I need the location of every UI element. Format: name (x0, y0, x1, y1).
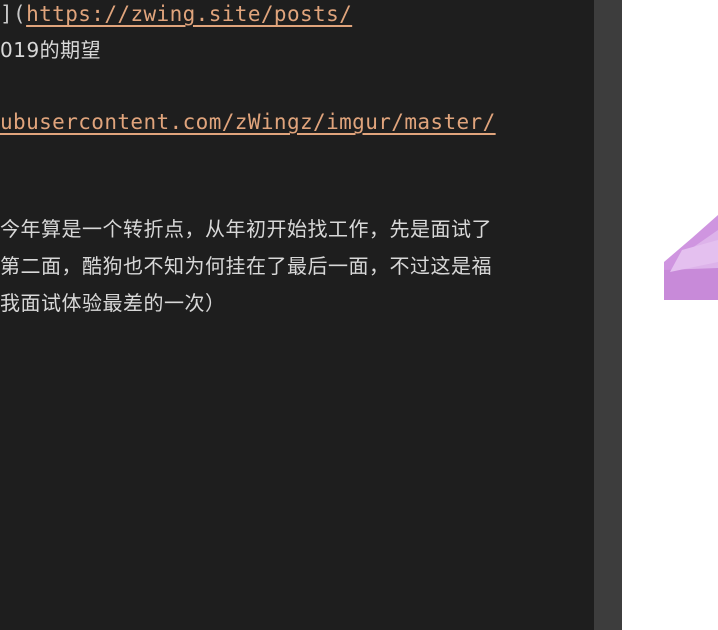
preview-pane (622, 0, 718, 630)
editor-line-3: ubusercontent.com/zWingz/imgur/master/ (0, 108, 496, 136)
posts-link[interactable]: https://zwing.site/posts/ (26, 2, 352, 26)
preview-image-fragment (664, 215, 718, 300)
paragraph-line-2: 第二面，酷狗也不知为何挂在了最后一面，不过这是福 (0, 254, 492, 278)
link-bracket: ]( (0, 2, 27, 26)
paragraph-line-3: 我面试体验最差的一次） (0, 291, 226, 315)
editor-line-2: 019的期望 (0, 38, 102, 62)
markdown-editor-pane[interactable]: ](https://zwing.site/posts/ 019的期望 ubuse… (0, 0, 594, 630)
editor-line-1: ](https://zwing.site/posts/ (0, 0, 352, 28)
paragraph-line-1: 今年算是一个转折点，从年初开始找工作，先是面试了 (0, 217, 492, 241)
image-url-link[interactable]: ubusercontent.com/zWingz/imgur/master/ (0, 110, 496, 134)
editor-scrollbar[interactable] (594, 0, 622, 630)
